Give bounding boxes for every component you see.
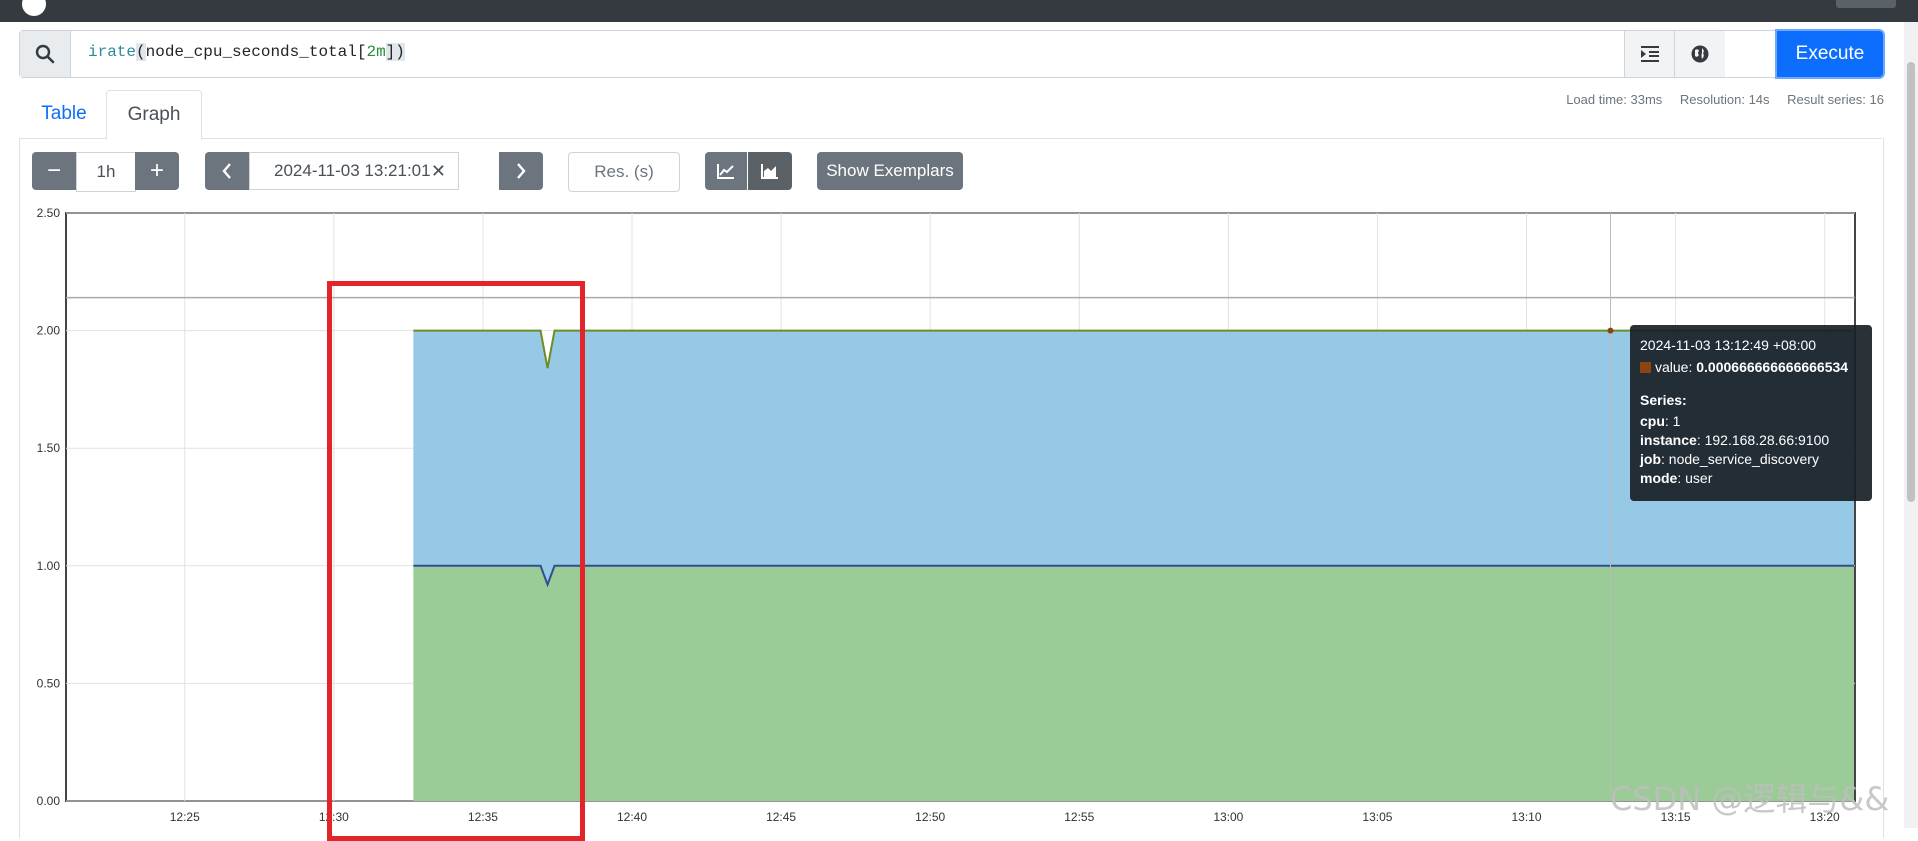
- query-stats: Load time: 33ms Resolution: 14s Result s…: [1552, 92, 1884, 107]
- globe-icon: [1691, 45, 1709, 63]
- tooltip-label-job: job: node_service_discovery: [1640, 451, 1819, 467]
- tab-graph[interactable]: Graph: [106, 90, 202, 140]
- y-tick-label: 0.00: [37, 794, 61, 808]
- expr-open: (: [136, 43, 146, 61]
- next-time-button[interactable]: [499, 152, 543, 190]
- page-scrollbar[interactable]: [1904, 22, 1918, 828]
- y-tick-label: 2.00: [37, 324, 61, 338]
- query-bar: irate(node_cpu_seconds_total[2m]) Execut…: [19, 30, 1884, 78]
- y-tick-label: 1.50: [37, 441, 61, 455]
- tooltip-label-instance: instance: 192.168.28.66:9100: [1640, 432, 1830, 448]
- tab-table[interactable]: Table: [26, 90, 102, 138]
- chevron-right-icon: [517, 163, 526, 179]
- tooltip-time: 2024-11-03 13:12:49 +08:00: [1640, 337, 1817, 353]
- x-tick-label: 13:10: [1512, 810, 1542, 824]
- x-tick-label: 12:50: [915, 810, 945, 824]
- decrease-range-button[interactable]: −: [32, 152, 76, 190]
- hover-point: [1607, 327, 1614, 334]
- csdn-watermark: CSDN @逻辑与&&: [1610, 780, 1890, 818]
- indent-icon: [1641, 46, 1659, 62]
- tooltip-series-header: Series:: [1640, 392, 1687, 408]
- tooltip-value-row: value: 0.000666666666666534: [1640, 359, 1848, 375]
- range-input[interactable]: 1h: [76, 152, 136, 192]
- tooltip-label-cpu: cpu: 1: [1640, 413, 1681, 429]
- resolution-input[interactable]: Res. (s): [568, 152, 680, 192]
- y-tick-label: 2.50: [37, 206, 61, 220]
- expression-input[interactable]: irate(node_cpu_seconds_total[2m]): [88, 43, 405, 61]
- tooltip-value: 0.000666666666666534: [1696, 359, 1849, 375]
- metrics-explorer-button[interactable]: [1674, 31, 1725, 77]
- graph-chart[interactable]: 12:25 12:30 12:35 12:40 12:45 12:50 12:55 13:00…: [0, 205, 1918, 828]
- x-tick-label: 12:45: [766, 810, 796, 824]
- expr-function: irate: [88, 43, 137, 61]
- series-tooltip: 2024-11-03 13:12:49 +08:00 value: 0.0006…: [1630, 325, 1872, 501]
- settings-button[interactable]: [1836, 0, 1896, 8]
- previous-time-button[interactable]: [205, 152, 249, 190]
- x-tick-label: 12:55: [1064, 810, 1094, 824]
- resolution: Resolution: 14s: [1679, 92, 1770, 107]
- expr-metric: node_cpu_seconds_total[: [145, 43, 367, 61]
- clear-time-button[interactable]: ✕: [431, 161, 446, 182]
- y-tick-label: 1.00: [37, 559, 61, 573]
- x-tick-label: 13:00: [1213, 810, 1243, 824]
- increase-range-button[interactable]: +: [135, 152, 179, 190]
- expr-close: ]): [385, 43, 405, 61]
- annotation-highlight-box: [327, 281, 585, 841]
- tooltip-value-label: value:: [1655, 359, 1693, 375]
- unstacked-chart-button[interactable]: [705, 152, 747, 190]
- end-time-value: 2024-11-03 13:21:01: [274, 161, 431, 180]
- search-icon: [20, 31, 71, 77]
- x-tick-label: 12:40: [617, 810, 647, 824]
- scrollbar-thumb[interactable]: [1907, 62, 1915, 502]
- chevron-left-icon: [222, 163, 231, 179]
- line-chart-icon: [717, 164, 734, 179]
- x-tick-label: 12:25: [170, 810, 200, 824]
- load-time: Load time: 33ms: [1566, 92, 1663, 107]
- format-expression-button[interactable]: [1624, 31, 1675, 77]
- area-chart-icon: [761, 164, 778, 179]
- expr-range: 2m: [366, 43, 386, 61]
- top-navbar: [0, 0, 1918, 22]
- end-time-input[interactable]: 2024-11-03 13:21:01 ✕: [249, 152, 459, 190]
- result-series: Result series: 16: [1787, 92, 1884, 107]
- series-area-lower: [413, 565, 1855, 801]
- x-tick-label: 13:05: [1362, 810, 1392, 824]
- y-tick-label: 0.50: [37, 676, 61, 690]
- show-exemplars-button[interactable]: Show Exemplars: [817, 152, 963, 190]
- execute-button[interactable]: Execute: [1777, 31, 1883, 77]
- prometheus-logo[interactable]: [22, 0, 46, 16]
- stacked-chart-button[interactable]: [748, 152, 792, 190]
- series-color-swatch: [1640, 362, 1651, 373]
- tooltip-label-mode: mode: user: [1640, 470, 1713, 486]
